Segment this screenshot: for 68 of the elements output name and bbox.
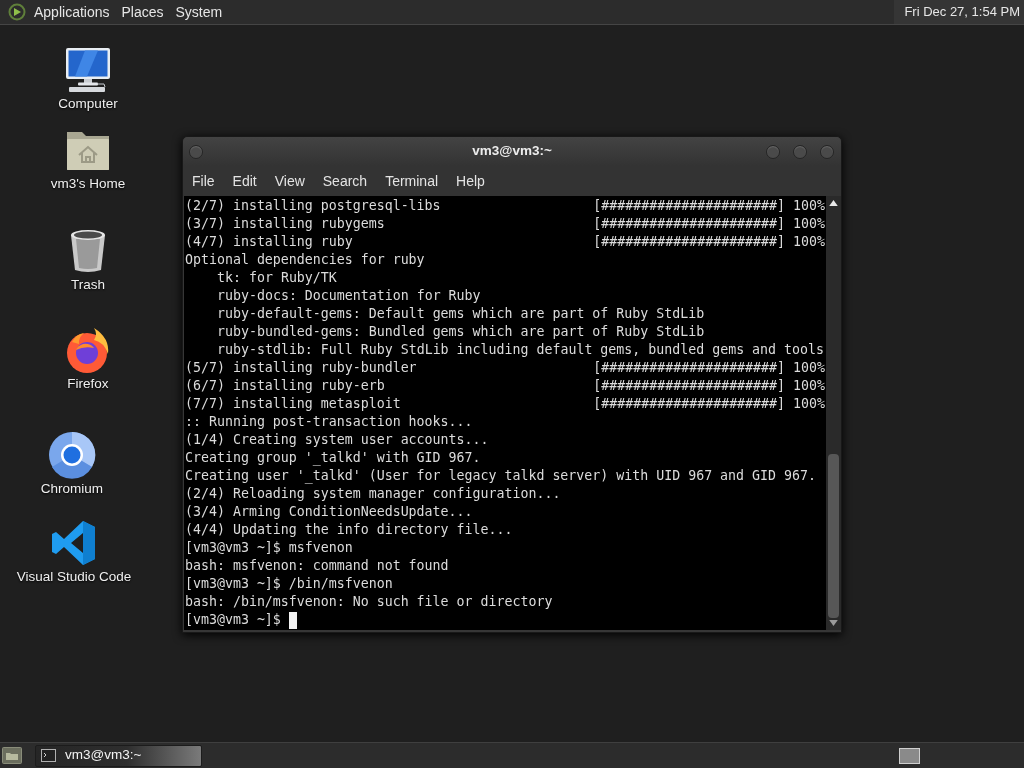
terminal-line: [vm3@vm3 ~]$ msfvenon: [185, 540, 353, 555]
desktop-shortcut[interactable]: Trash: [28, 227, 148, 293]
taskbar-button[interactable]: vm3@vm3:~: [35, 744, 202, 767]
terminal-line: (6/7) installing ruby-erb: [185, 377, 385, 395]
percent-text: 100%: [793, 359, 825, 377]
terminal-line: bash: msfvenon: command not found: [185, 558, 449, 573]
terminal-line: (7/7) installing metasploit: [185, 395, 401, 413]
menu-item[interactable]: Search: [313, 166, 377, 196]
menu-item[interactable]: Edit: [223, 166, 266, 196]
terminal-line: (4/4) Updating the info directory file...: [185, 522, 513, 537]
terminal-line: ruby-stdlib: Full Ruby StdLib including default gems, bundled gems and tools: [217, 342, 824, 357]
desktop-shortcut[interactable]: Visual Studio Code: [14, 519, 134, 585]
terminal-line: Creating group '_talkd' with GID 967.: [185, 450, 481, 465]
terminal-line: Optional dependencies for ruby: [185, 252, 425, 267]
terminal-line: (1/4) Creating system user accounts...: [185, 432, 489, 447]
progress-bar-text: [######################]: [593, 359, 786, 377]
panel-menu[interactable]: Places: [115, 0, 170, 24]
progress-bar-text: [######################]: [593, 197, 786, 215]
terminal-line: [vm3@vm3 ~]$ /bin/msfvenon: [185, 576, 393, 591]
panel-menu[interactable]: System: [169, 0, 229, 24]
progress-bar-text: [######################]: [593, 377, 786, 395]
chromium-logo-icon: [48, 431, 96, 479]
terminal-line: :: Running post-transaction hooks...: [185, 414, 473, 429]
desktop-shortcut[interactable]: Computer: [28, 46, 148, 112]
terminal-line: (2/7) installing postgresql-libs: [185, 197, 441, 215]
vscode-logo-icon: [50, 519, 98, 567]
progress-bar-text: [######################]: [593, 233, 786, 251]
minimize-button[interactable]: [766, 144, 780, 159]
terminal-line: ruby-default-gems: Default gems which are part of Ruby StdLib: [217, 306, 705, 321]
maximize-button[interactable]: [793, 144, 807, 159]
scrollbar-thumb[interactable]: [828, 454, 839, 618]
terminal-line: bash: /bin/msfvenon: No such file or directory: [185, 594, 553, 609]
terminal-line: ruby-docs: Documentation for Ruby: [217, 288, 481, 303]
desktop-shortcut[interactable]: Firefox: [28, 326, 148, 392]
progress-bar-text: [######################]: [593, 215, 786, 233]
show-desktop-icon[interactable]: [2, 747, 22, 764]
scroll-up-arrow-icon[interactable]: [829, 200, 838, 206]
window-title: vm3@vm3:~: [472, 142, 552, 161]
panel-menu[interactable]: Applications: [28, 0, 116, 24]
percent-text: 100%: [793, 377, 825, 395]
terminal-line: ruby-bundled-gems: Bundled gems which are part of Ruby StdLib: [217, 324, 705, 339]
menu-item[interactable]: Help: [447, 166, 494, 196]
monitor-icon: [64, 46, 112, 94]
terminal-line: (5/7) installing ruby-bundler: [185, 359, 417, 377]
terminal-line: (4/7) installing ruby: [185, 233, 353, 251]
clock[interactable]: Fri Dec 27, 1:54 PM: [894, 0, 1024, 24]
terminal-line: tk: for Ruby/TK: [217, 270, 337, 285]
terminal-line: (2/4) Reloading system manager configuration...: [185, 486, 561, 501]
percent-text: 100%: [793, 233, 825, 251]
desktop-shortcut[interactable]: Chromium: [12, 431, 132, 497]
workspace-switcher[interactable]: [899, 747, 920, 764]
percent-text: 100%: [793, 395, 825, 413]
menu-item[interactable]: File: [183, 166, 224, 196]
percent-text: 100%: [793, 215, 825, 233]
prompt-text: [vm3@vm3 ~]$: [185, 611, 281, 629]
terminal-line: Creating user '_talkd' (User for legacy talkd server) with UID 967 and GID 967.: [185, 468, 816, 483]
scroll-down-arrow-icon[interactable]: [829, 620, 838, 626]
desktop-shortcut[interactable]: vm3's Home: [28, 126, 148, 192]
terminal-line: (3/4) Arming ConditionNeedsUpdate...: [185, 504, 473, 519]
terminal-line: (3/7) installing rubygems: [185, 215, 385, 233]
distro-logo-icon[interactable]: [8, 3, 26, 21]
menu-item[interactable]: View: [265, 166, 314, 196]
terminal-icon: [41, 749, 56, 762]
percent-text: 100%: [793, 197, 825, 215]
progress-bar-text: [######################]: [593, 395, 786, 413]
menu-item[interactable]: Terminal: [376, 166, 448, 196]
close-button[interactable]: [820, 144, 834, 159]
window-menu-button[interactable]: [189, 144, 203, 159]
